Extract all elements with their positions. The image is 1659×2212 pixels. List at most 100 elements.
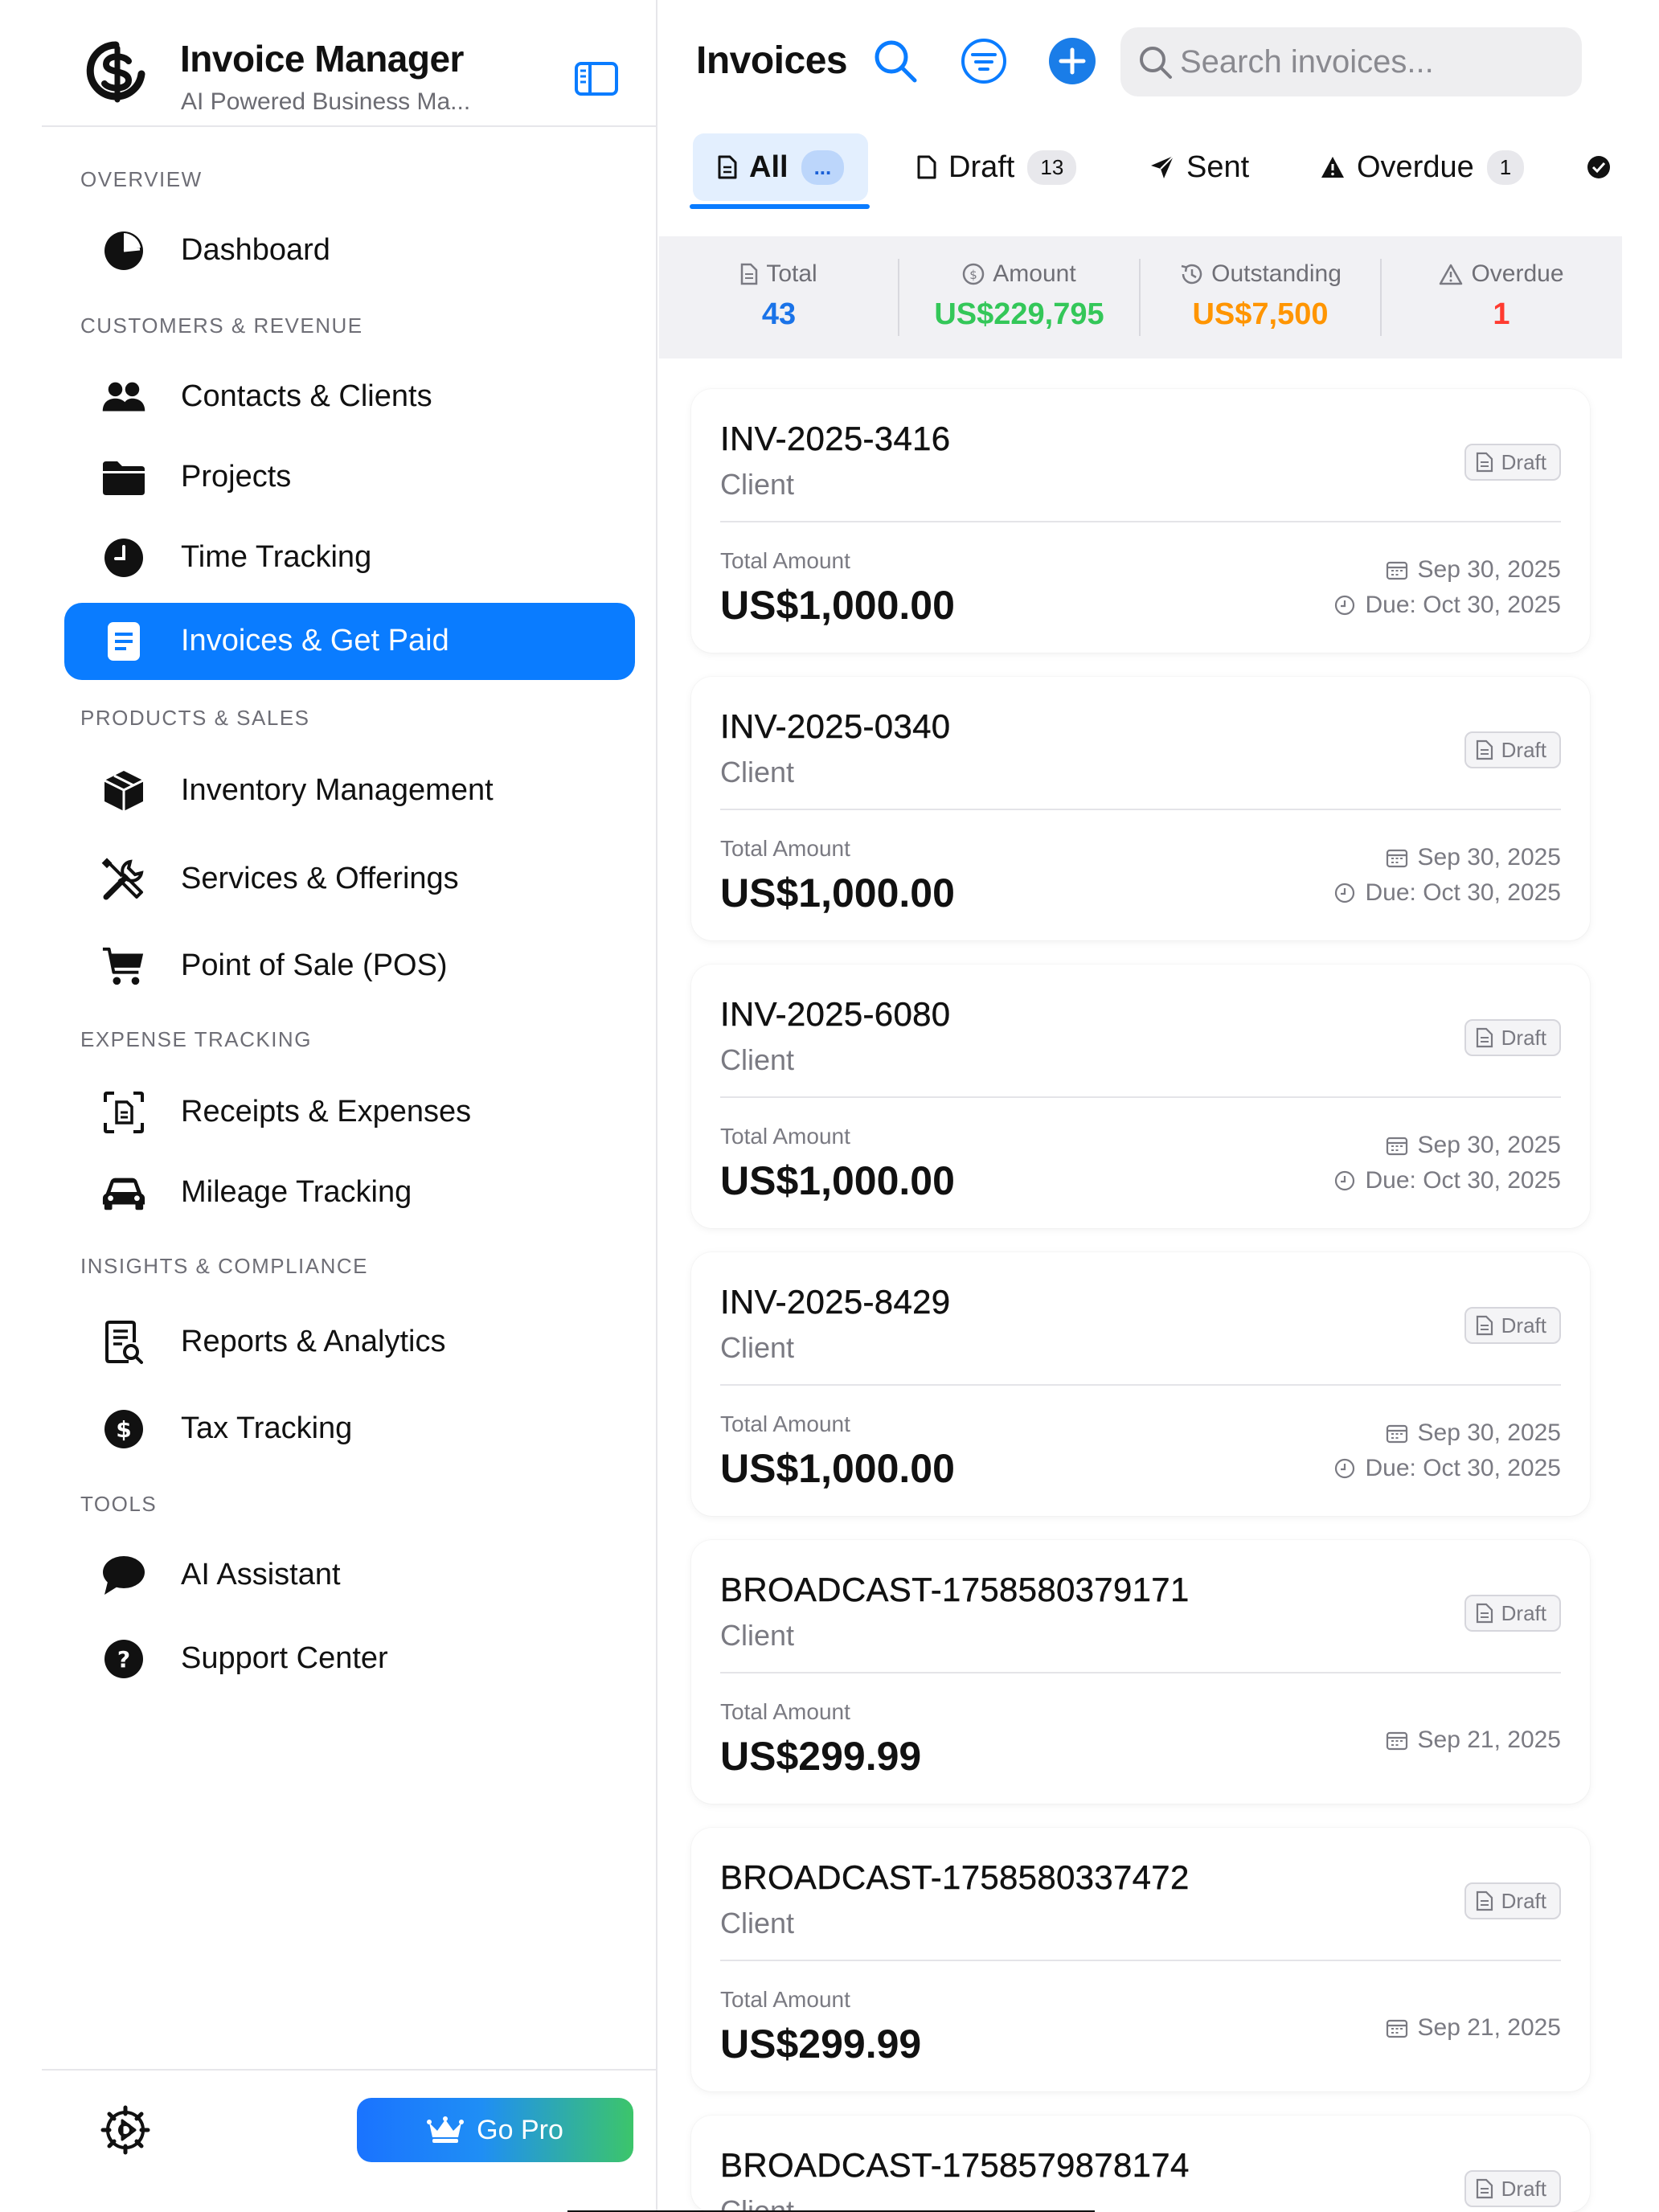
invoice-card[interactable]: INV-2025-8429 Client Draft Total Amount … bbox=[691, 1252, 1590, 1516]
invoice-date-text: Sep 30, 2025 bbox=[1417, 1419, 1562, 1446]
invoice-card[interactable]: BROADCAST-1758579878174 Client Draft bbox=[691, 2116, 1590, 2212]
invoice-card[interactable]: INV-2025-0340 Client Draft Total Amount … bbox=[691, 677, 1590, 940]
search-box[interactable] bbox=[1120, 27, 1582, 96]
document-icon bbox=[1476, 2178, 1493, 2199]
sidebar-item-ai-assistant[interactable]: AI Assistant bbox=[64, 1537, 635, 1614]
svg-text:$: $ bbox=[970, 268, 978, 282]
status-label: Draft bbox=[1501, 1025, 1546, 1050]
invoice-due-text: Due: Oct 30, 2025 bbox=[1365, 1455, 1562, 1481]
settings-gear-icon[interactable] bbox=[100, 2104, 151, 2156]
search-field-icon bbox=[1140, 47, 1172, 79]
card-divider bbox=[720, 1672, 1561, 1673]
clock-icon bbox=[1334, 883, 1354, 903]
invoice-card[interactable]: INV-2025-3416 Client Draft Total Amount … bbox=[691, 389, 1590, 653]
invoice-number: INV-2025-6080 bbox=[720, 995, 951, 1033]
filter-icon[interactable] bbox=[960, 37, 1008, 85]
chat-bubble-icon bbox=[101, 1555, 146, 1596]
sidebar-item-projects[interactable]: Projects bbox=[64, 439, 635, 516]
invoice-date: Sep 30, 2025 bbox=[1386, 1132, 1562, 1159]
stat-label: Amount bbox=[993, 260, 1076, 287]
section-label-expense-tracking: EXPENSE TRACKING bbox=[80, 1027, 312, 1051]
status-label: Draft bbox=[1501, 1313, 1546, 1337]
tab-overdue[interactable]: Overdue 1 bbox=[1320, 133, 1525, 201]
search-icon[interactable] bbox=[871, 37, 920, 85]
sidebar-item-reports[interactable]: Reports & Analytics bbox=[64, 1304, 635, 1381]
tab-draft[interactable]: Draft 13 bbox=[916, 133, 1077, 201]
section-label-insights-compliance: INSIGHTS & COMPLIANCE bbox=[80, 1254, 368, 1278]
tab-badge: ... bbox=[801, 150, 845, 185]
calendar-icon bbox=[1386, 1424, 1407, 1444]
document-icon bbox=[1476, 1027, 1493, 1048]
status-badge: Draft bbox=[1464, 731, 1561, 768]
brand-header: Invoice Manager AI Powered Business Ma..… bbox=[42, 16, 657, 127]
sidebar-item-support[interactable]: ? Support Center bbox=[64, 1620, 635, 1698]
amount-label: Total Amount bbox=[720, 836, 850, 861]
section-label-tools: TOOLS bbox=[80, 1492, 158, 1516]
invoice-due-text: Due: Oct 30, 2025 bbox=[1365, 592, 1562, 618]
search-input[interactable] bbox=[1180, 27, 1566, 96]
tab-all[interactable]: All ... bbox=[693, 133, 869, 201]
invoice-amount: US$1,000.00 bbox=[720, 870, 955, 916]
invoice-number: INV-2025-8429 bbox=[720, 1283, 951, 1321]
car-icon bbox=[101, 1172, 146, 1214]
invoice-date-text: Sep 30, 2025 bbox=[1417, 844, 1562, 870]
stat-label: Outstanding bbox=[1211, 260, 1342, 287]
sidebar-item-pos[interactable]: Point of Sale (POS) bbox=[64, 928, 635, 1005]
summary-stats: Total 43 $ Amount US$229,795 Outstanding… bbox=[659, 236, 1622, 358]
card-divider bbox=[720, 809, 1561, 810]
paper-plane-icon bbox=[1151, 155, 1174, 178]
sidebar-item-inventory[interactable]: Inventory Management bbox=[64, 752, 635, 830]
stat-value: 43 bbox=[761, 297, 797, 331]
status-badge: Draft bbox=[1464, 1882, 1561, 1919]
sidebar-item-label: Time Tracking bbox=[181, 540, 372, 574]
crown-icon bbox=[427, 2116, 465, 2143]
status-label: Draft bbox=[1501, 737, 1546, 762]
invoice-amount: US$1,000.00 bbox=[720, 1158, 955, 1203]
sidebar-item-mileage[interactable]: Mileage Tracking bbox=[64, 1154, 635, 1231]
calendar-icon bbox=[1386, 1137, 1407, 1156]
invoice-card[interactable]: BROADCAST-1758580337472 Client Draft Tot… bbox=[691, 1828, 1590, 2091]
invoice-number: INV-2025-3416 bbox=[720, 420, 951, 457]
people-icon bbox=[101, 376, 146, 418]
tab-sent[interactable]: Sent bbox=[1149, 133, 1249, 201]
sidebar-item-label: Tax Tracking bbox=[181, 1411, 353, 1445]
stat-label: Overdue bbox=[1471, 260, 1564, 287]
document-icon bbox=[1476, 1890, 1493, 1911]
sidebar-item-label: Inventory Management bbox=[181, 773, 494, 807]
sidebar-item-dashboard[interactable]: Dashboard bbox=[64, 212, 635, 289]
card-divider bbox=[720, 521, 1561, 522]
sidebar-item-receipts[interactable]: Receipts & Expenses bbox=[64, 1074, 635, 1151]
invoice-date-text: Sep 30, 2025 bbox=[1417, 1132, 1562, 1158]
warning-icon bbox=[1440, 264, 1463, 285]
calendar-icon bbox=[1386, 561, 1407, 580]
add-invoice-icon[interactable] bbox=[1048, 37, 1096, 85]
sidebar-item-invoices[interactable]: Invoices & Get Paid bbox=[64, 603, 635, 680]
calendar-icon bbox=[1386, 849, 1407, 868]
amount-label: Total Amount bbox=[720, 1699, 850, 1724]
invoice-card[interactable]: BROADCAST-1758580379171 Client Draft Tot… bbox=[691, 1540, 1590, 1804]
sidebar-item-services[interactable]: Services & Offerings bbox=[64, 841, 635, 918]
tab-paid[interactable] bbox=[1587, 133, 1622, 201]
invoice-date-text: Sep 21, 2025 bbox=[1417, 1727, 1562, 1753]
status-badge: Draft bbox=[1464, 2170, 1561, 2207]
go-pro-button[interactable]: Go Pro bbox=[357, 2098, 633, 2162]
cube-icon bbox=[101, 770, 146, 812]
sidebar-item-time-tracking[interactable]: Time Tracking bbox=[64, 519, 635, 596]
receipt-scan-icon bbox=[101, 1092, 146, 1133]
calendar-icon bbox=[1386, 2019, 1407, 2038]
sidebar-item-contacts[interactable]: Contacts & Clients bbox=[64, 358, 635, 436]
tools-icon bbox=[101, 858, 146, 900]
invoice-due-date: Due: Oct 30, 2025 bbox=[1333, 1455, 1562, 1482]
stat-overdue: Overdue 1 bbox=[1382, 236, 1621, 358]
invoice-amount: US$299.99 bbox=[720, 1734, 922, 1779]
sidebar-item-tax[interactable]: $ Tax Tracking bbox=[64, 1391, 635, 1468]
document-icon bbox=[718, 155, 737, 179]
document-icon bbox=[1476, 739, 1493, 760]
amount-label: Total Amount bbox=[720, 1987, 850, 2012]
invoice-card[interactable]: INV-2025-6080 Client Draft Total Amount … bbox=[691, 965, 1590, 1228]
document-icon bbox=[917, 155, 936, 179]
status-badge: Draft bbox=[1464, 1019, 1561, 1056]
section-label-products-sales: PRODUCTS & SALES bbox=[80, 706, 310, 730]
sidebar-toggle-icon[interactable] bbox=[574, 61, 619, 96]
sidebar-item-label: Dashboard bbox=[181, 233, 330, 267]
